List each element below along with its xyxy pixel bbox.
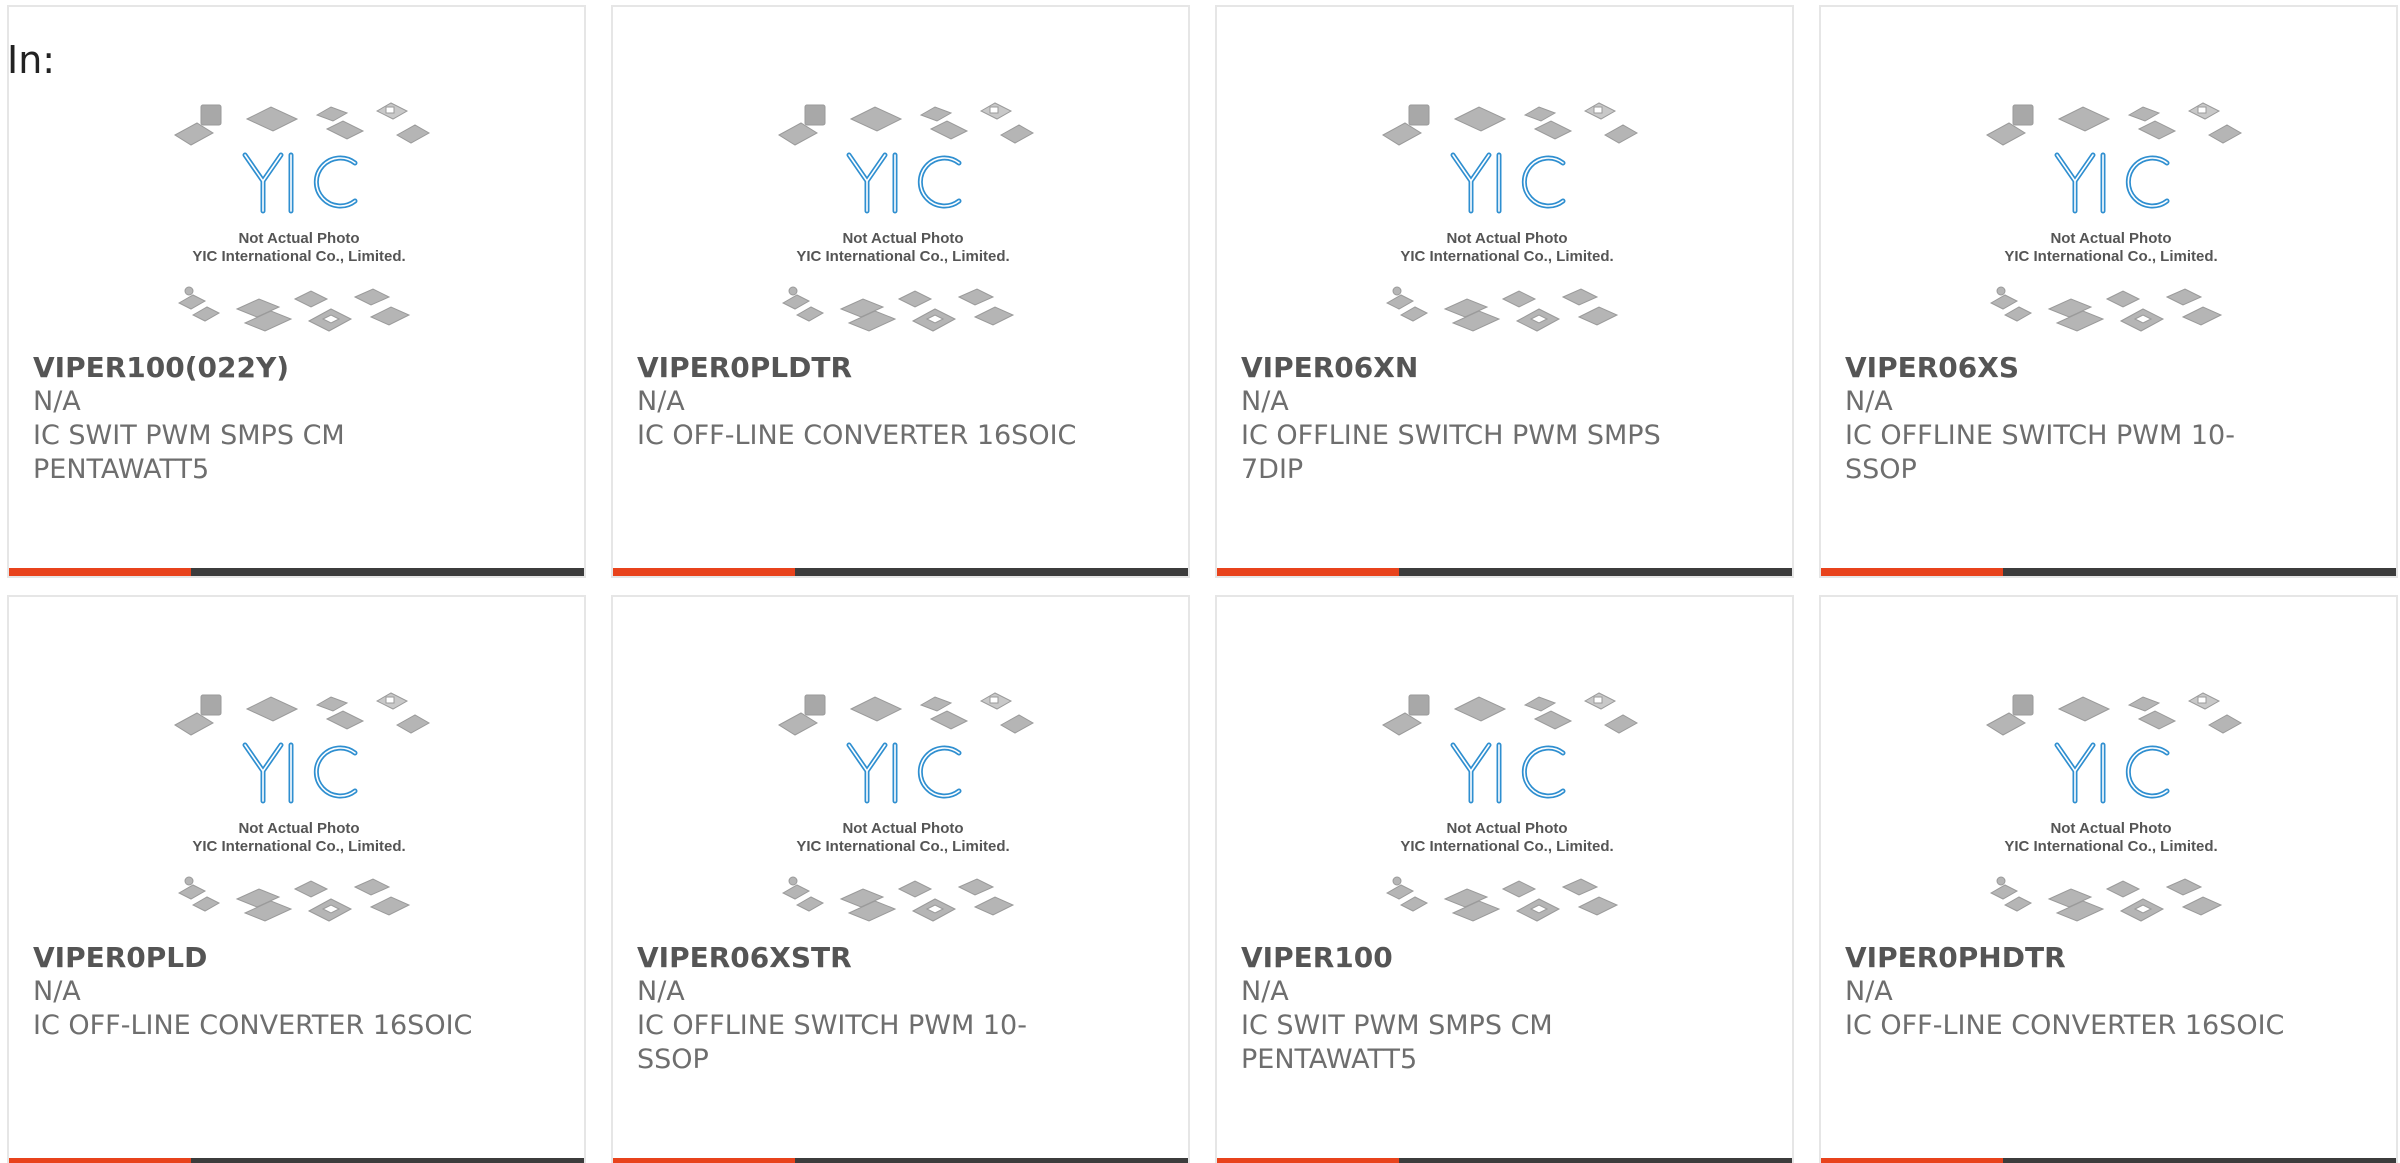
product-placeholder-image: Not Actual Photo YIC International Co., …: [763, 97, 1043, 347]
product-card[interactable]: Not Actual Photo YIC International Co., …: [611, 595, 1190, 1163]
product-placeholder-image: Not Actual Photo YIC International Co., …: [1971, 97, 2251, 347]
manufacturer: N/A: [637, 386, 685, 417]
product-info: VIPER100 N/A IC SWIT PWM SMPS CM PENTAWATT…: [1241, 941, 1741, 1077]
product-info: VIPER100(022Y) N/A IC SWIT PWM SMPS CM PEN…: [33, 351, 533, 487]
card-footer-bar: [1821, 1158, 2396, 1163]
product-description: IC OFFLINE SWITCH PWM 10-SSOP: [1845, 420, 2235, 485]
card-footer-accent: [613, 568, 795, 576]
card-footer-accent: [9, 568, 191, 576]
photo-caption: Not Actual Photo: [842, 820, 963, 837]
photo-caption: Not Actual Photo: [1446, 820, 1567, 837]
photo-caption: Not Actual Photo: [2050, 820, 2171, 837]
part-number[interactable]: VIPER06XS: [1845, 351, 2345, 385]
photo-caption-company: YIC International Co., Limited.: [192, 838, 405, 855]
product-placeholder-image: Not Actual Photo YIC International Co., …: [159, 97, 439, 347]
product-placeholder-image: Not Actual Photo YIC International Co., …: [1971, 687, 2251, 937]
photo-caption-company: YIC International Co., Limited.: [796, 838, 1009, 855]
manufacturer: N/A: [1241, 386, 1289, 417]
product-description: IC OFF-LINE CONVERTER 16SOIC: [637, 420, 1077, 451]
manufacturer: N/A: [33, 976, 81, 1007]
product-card[interactable]: Not Actual Photo YIC International Co., …: [1819, 595, 2398, 1163]
product-card[interactable]: Not Actual Photo YIC International Co., …: [1819, 5, 2398, 578]
card-footer-bar: [1217, 1158, 1792, 1163]
product-card[interactable]: Not Actual Photo YIC International Co., …: [1215, 5, 1794, 578]
part-number[interactable]: VIPER06XSTR: [637, 941, 1137, 975]
photo-caption: Not Actual Photo: [238, 230, 359, 247]
card-footer-bar: [9, 568, 584, 576]
section-heading: In:: [7, 38, 56, 82]
photo-caption-company: YIC International Co., Limited.: [1400, 838, 1613, 855]
card-footer-bar: [613, 568, 1188, 576]
photo-caption: Not Actual Photo: [238, 820, 359, 837]
part-number[interactable]: VIPER100: [1241, 941, 1741, 975]
card-footer-accent: [613, 1158, 795, 1163]
product-info: VIPER0PLDTR N/A IC OFF-LINE CONVERTER 16SO…: [637, 351, 1137, 453]
product-grid-page: In: Not Actual Photo YIC International C…: [0, 0, 2400, 1163]
card-footer-accent: [1821, 1158, 2003, 1163]
card-footer-accent: [1821, 568, 2003, 576]
photo-caption-company: YIC International Co., Limited.: [2004, 248, 2217, 265]
part-number[interactable]: VIPER06XN: [1241, 351, 1741, 385]
product-description: IC SWIT PWM SMPS CM PENTAWATT5: [33, 420, 345, 485]
photo-caption-company: YIC International Co., Limited.: [2004, 838, 2217, 855]
product-description: IC OFF-LINE CONVERTER 16SOIC: [1845, 1010, 2285, 1041]
product-card[interactable]: Not Actual Photo YIC International Co., …: [7, 595, 586, 1163]
product-info: VIPER06XS N/A IC OFFLINE SWITCH PWM 10-SSO…: [1845, 351, 2345, 487]
part-number[interactable]: VIPER0PLDTR: [637, 351, 1137, 385]
manufacturer: N/A: [33, 386, 81, 417]
card-footer-bar: [613, 1158, 1188, 1163]
photo-caption-company: YIC International Co., Limited.: [796, 248, 1009, 265]
product-info: VIPER0PLD N/A IC OFF-LINE CONVERTER 16SOIC: [33, 941, 533, 1043]
photo-caption: Not Actual Photo: [842, 230, 963, 247]
card-footer-accent: [9, 1158, 191, 1163]
card-footer-bar: [1217, 568, 1792, 576]
photo-caption-company: YIC International Co., Limited.: [1400, 248, 1613, 265]
product-placeholder-image: Not Actual Photo YIC International Co., …: [763, 687, 1043, 937]
card-footer-accent: [1217, 1158, 1399, 1163]
product-card[interactable]: Not Actual Photo YIC International Co., …: [7, 5, 586, 578]
product-card[interactable]: Not Actual Photo YIC International Co., …: [611, 5, 1190, 578]
manufacturer: N/A: [637, 976, 685, 1007]
manufacturer: N/A: [1845, 976, 1893, 1007]
product-info: VIPER06XN N/A IC OFFLINE SWITCH PWM SMPS 7…: [1241, 351, 1741, 487]
product-description: IC OFFLINE SWITCH PWM SMPS 7DIP: [1241, 420, 1661, 485]
part-number[interactable]: VIPER0PHDTR: [1845, 941, 2345, 975]
product-description: IC OFFLINE SWITCH PWM 10-SSOP: [637, 1010, 1027, 1075]
photo-caption: Not Actual Photo: [2050, 230, 2171, 247]
product-placeholder-image: Not Actual Photo YIC International Co., …: [1367, 97, 1647, 347]
manufacturer: N/A: [1845, 386, 1893, 417]
product-info: VIPER0PHDTR N/A IC OFF-LINE CONVERTER 16SO…: [1845, 941, 2345, 1043]
product-description: IC SWIT PWM SMPS CM PENTAWATT5: [1241, 1010, 1553, 1075]
part-number[interactable]: VIPER100(022Y): [33, 351, 533, 385]
product-placeholder-image: Not Actual Photo YIC International Co., …: [159, 687, 439, 937]
card-footer-bar: [1821, 568, 2396, 576]
manufacturer: N/A: [1241, 976, 1289, 1007]
product-description: IC OFF-LINE CONVERTER 16SOIC: [33, 1010, 473, 1041]
product-info: VIPER06XSTR N/A IC OFFLINE SWITCH PWM 10-S…: [637, 941, 1137, 1077]
card-footer-accent: [1217, 568, 1399, 576]
photo-caption: Not Actual Photo: [1446, 230, 1567, 247]
product-card[interactable]: Not Actual Photo YIC International Co., …: [1215, 595, 1794, 1163]
card-footer-bar: [9, 1158, 584, 1163]
product-placeholder-image: Not Actual Photo YIC International Co., …: [1367, 687, 1647, 937]
part-number[interactable]: VIPER0PLD: [33, 941, 533, 975]
photo-caption-company: YIC International Co., Limited.: [192, 248, 405, 265]
